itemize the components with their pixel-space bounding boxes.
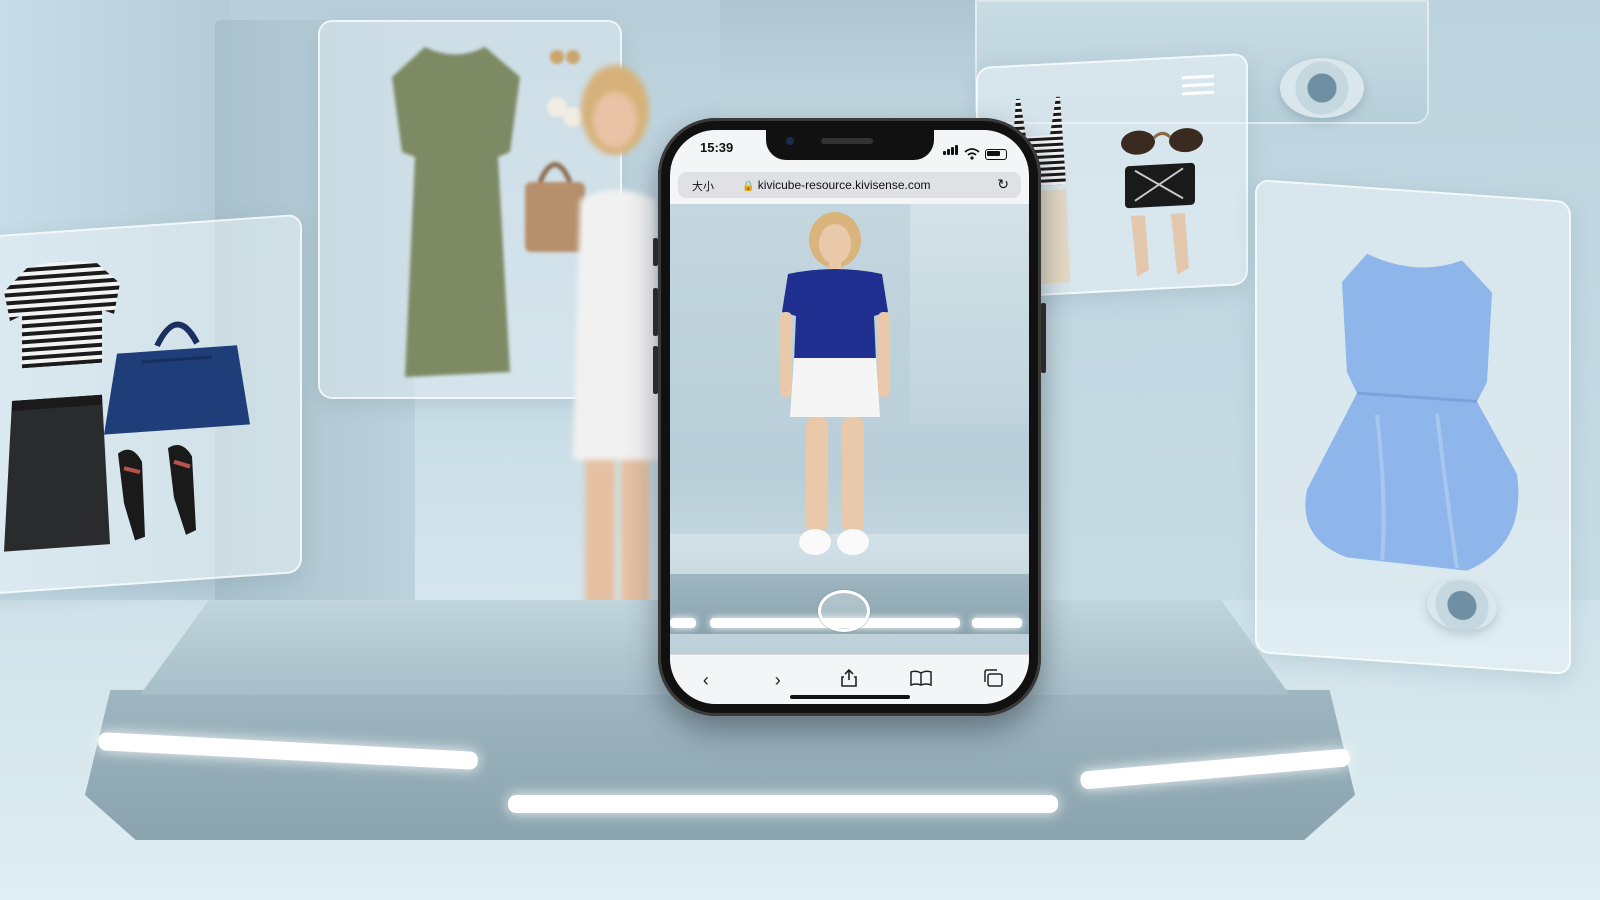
black-heels-image bbox=[118, 445, 196, 541]
browser-toolbar: ‹ › bbox=[670, 654, 1029, 704]
display-speaker-icon bbox=[1427, 577, 1497, 633]
black-clutch-image bbox=[1125, 162, 1195, 209]
chevron-right-icon[interactable]: › bbox=[760, 670, 796, 691]
ar-fitting-scene: 15:39 大小 🔒 kivicube-resource.kivisense.c… bbox=[0, 0, 1600, 900]
notch bbox=[766, 130, 934, 160]
background-model-image bbox=[573, 65, 661, 657]
url-value: kivicube-resource.kivisense.com bbox=[757, 178, 931, 192]
podium-light-strip-center bbox=[508, 795, 1058, 813]
status-time: 15:39 bbox=[700, 140, 734, 155]
url-text[interactable]: 🔒 kivicube-resource.kivisense.com bbox=[742, 178, 931, 192]
chevron-left-icon[interactable]: ‹ bbox=[688, 670, 724, 691]
earpiece-speaker bbox=[821, 138, 873, 144]
mute-switch bbox=[653, 238, 658, 266]
wall-speaker-icon bbox=[1280, 58, 1364, 118]
status-bar: 15:39 bbox=[670, 130, 1029, 168]
tabs-icon[interactable] bbox=[975, 668, 1011, 692]
volume-down-button bbox=[653, 346, 658, 394]
background-arch bbox=[720, 0, 980, 130]
address-bar[interactable]: 大小 🔒 kivicube-resource.kivisense.com ↻ bbox=[678, 172, 1021, 198]
battery-icon bbox=[985, 149, 1007, 160]
nude-heels-image bbox=[1131, 213, 1189, 277]
wifi-icon bbox=[964, 148, 980, 160]
smartphone: 15:39 大小 🔒 kivicube-resource.kivisense.c… bbox=[653, 118, 1046, 716]
status-icons bbox=[943, 142, 1007, 160]
front-camera-icon bbox=[786, 137, 794, 145]
virtual-model-image bbox=[780, 212, 890, 555]
text-size-button[interactable]: 大小 bbox=[692, 178, 714, 194]
hamburger-menu-icon[interactable] bbox=[1182, 74, 1214, 96]
view-light-strip-left bbox=[670, 618, 696, 628]
lock-icon: 🔒 bbox=[742, 181, 755, 192]
view-background-wall bbox=[910, 204, 1029, 424]
phone-screen: 15:39 大小 🔒 kivicube-resource.kivisense.c… bbox=[670, 130, 1029, 704]
share-icon[interactable] bbox=[831, 668, 867, 692]
reload-icon[interactable]: ↻ bbox=[997, 176, 1009, 193]
outfit-panel-right bbox=[1255, 178, 1571, 676]
cellular-signal-icon bbox=[943, 142, 959, 160]
capture-button[interactable] bbox=[818, 590, 870, 632]
power-button bbox=[1041, 303, 1046, 373]
volume-up-button bbox=[653, 288, 658, 336]
black-skirt-image bbox=[4, 394, 110, 552]
ar-camera-view[interactable] bbox=[670, 204, 1029, 654]
navy-handbag-image bbox=[104, 321, 250, 435]
home-indicator bbox=[790, 695, 910, 699]
outfit-panel-left bbox=[0, 213, 302, 596]
olive-dress-image bbox=[392, 47, 520, 377]
light-blue-dress-image bbox=[1305, 253, 1519, 571]
book-icon[interactable] bbox=[903, 669, 939, 691]
view-light-strip-right bbox=[972, 618, 1022, 628]
sunglasses-image bbox=[1121, 128, 1203, 155]
